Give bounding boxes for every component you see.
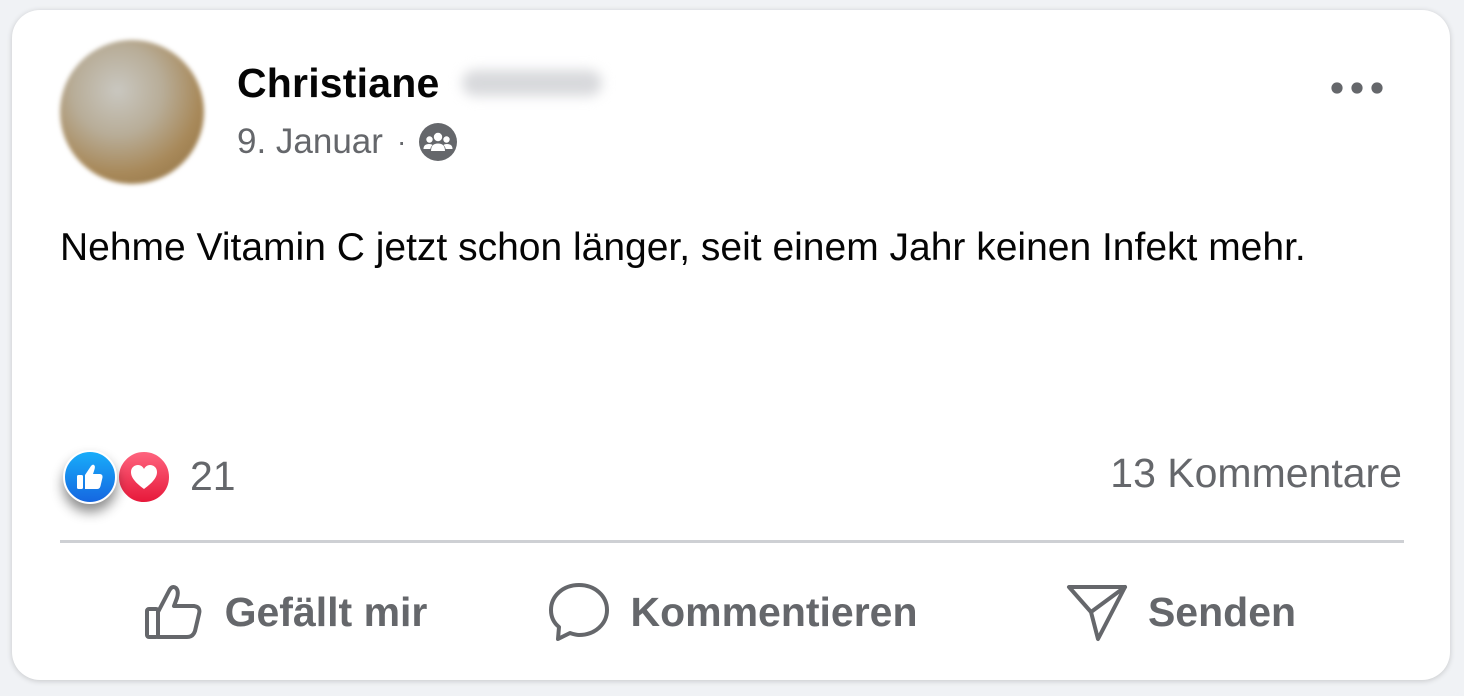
post-meta: 9. Januar · (237, 120, 458, 164)
comment-bubble-icon (549, 583, 610, 641)
author-surname-blurred (461, 70, 602, 96)
author-name[interactable]: Christiane (237, 60, 440, 107)
thumbs-up-icon (144, 585, 202, 639)
comments-count-link[interactable]: 13 Kommentare (1110, 450, 1402, 497)
comment-button-label: Kommentieren (630, 588, 918, 635)
reaction-icons (62, 447, 174, 505)
like-button[interactable]: Gefällt mir (60, 572, 508, 652)
post-card: Christiane 9. Januar · Nehme Vitamin C j… (12, 10, 1450, 680)
author-avatar[interactable] (60, 40, 204, 184)
love-reaction-icon (117, 450, 171, 504)
actions-divider (60, 540, 1404, 543)
post-date[interactable]: 9. Januar (237, 122, 383, 162)
like-reaction-icon (63, 450, 117, 504)
author-header: Christiane (237, 58, 602, 108)
meta-separator: · (396, 126, 407, 157)
comment-button[interactable]: Kommentieren (508, 572, 956, 652)
send-button-label: Senden (1147, 588, 1297, 635)
post-actions-bar: Gefällt mir Kommentieren Senden (60, 572, 1404, 652)
reactions-summary[interactable]: 21 (62, 446, 236, 506)
reaction-count: 21 (190, 452, 236, 499)
send-icon (1066, 585, 1127, 641)
post-text: Nehme Vitamin C jetzt schon länger, seit… (60, 226, 1306, 269)
send-button[interactable]: Senden (956, 572, 1404, 652)
group-icon (418, 122, 458, 162)
more-options-button[interactable] (1322, 68, 1392, 108)
more-dots-icon (1331, 82, 1383, 94)
like-button-label: Gefällt mir (224, 588, 428, 635)
